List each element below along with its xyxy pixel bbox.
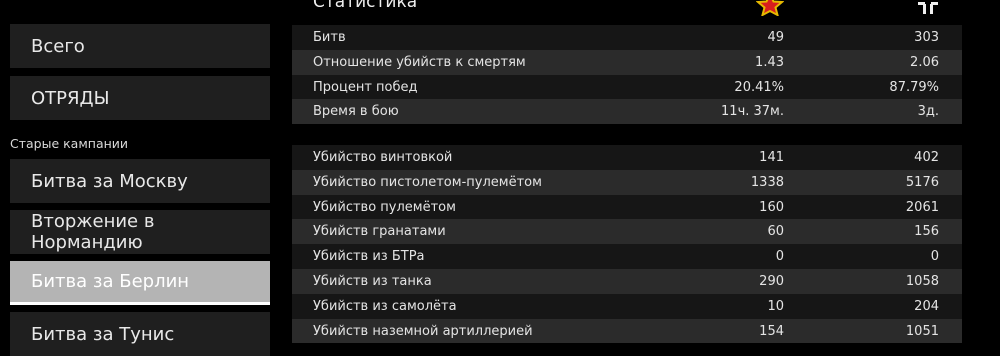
table-row: Убийство пистолетом-пулемётом 1338 5176	[292, 169, 962, 195]
stat-label: Убийств наземной артиллерией	[313, 323, 533, 339]
stat-value-soviet: 60	[767, 224, 784, 240]
table-row: Убийств гранатами 60 156	[292, 219, 962, 245]
stat-value-german: 2.06	[910, 54, 939, 70]
stat-value-german: 87.79%	[889, 79, 939, 95]
stat-value-german: 2061	[905, 199, 939, 215]
german-cross-icon	[918, 2, 938, 14]
sidebar-item-label: Вторжение в Нормандию	[31, 211, 155, 253]
sidebar-item-squads[interactable]: ОТРЯДЫ	[10, 76, 270, 120]
stat-label: Убийство пистолетом-пулемётом	[313, 174, 542, 190]
stat-label: Процент побед	[313, 79, 418, 95]
stat-label: Убийств из БТРа	[313, 249, 425, 265]
stat-value-soviet: 160	[759, 199, 784, 215]
stat-value-german: 0	[930, 249, 939, 265]
table-row: Убийств из танка 290 1058	[292, 269, 962, 294]
sidebar-item-battle-of-berlin[interactable]: Битва за Берлин	[10, 261, 270, 305]
stat-value-german: 5176	[905, 174, 939, 190]
table-row: Убийств из самолёта 10 204	[292, 293, 962, 319]
stat-label: Битв	[313, 30, 346, 45]
stat-value-german: 3д.	[917, 104, 939, 120]
sidebar-item-label: Всего	[31, 35, 85, 57]
stat-value-german: 204	[914, 298, 939, 314]
stat-label: Убийство пулемётом	[313, 199, 456, 215]
stat-label: Убийств из танка	[313, 274, 432, 289]
table-row: Время в бою 11ч. 37м. 3д.	[292, 99, 962, 125]
table-row: Убийство винтовкой 141 402	[292, 145, 962, 170]
section-label-old-campaigns: Старые кампании	[10, 136, 129, 151]
stat-label: Отношение убийств к смертям	[313, 54, 526, 70]
sidebar-item-invasion-of-normandy[interactable]: Вторжение в Нормандию	[10, 210, 270, 254]
stat-value-soviet: 49	[767, 30, 784, 45]
stat-value-soviet: 290	[759, 274, 784, 289]
sidebar-item-battle-of-tunisia[interactable]: Битва за Тунис	[10, 312, 270, 356]
stat-value-german: 156	[914, 224, 939, 240]
table-row: Процент побед 20.41% 87.79%	[292, 74, 962, 100]
stat-value-soviet: 141	[759, 150, 784, 165]
stat-label: Убийство винтовкой	[313, 150, 453, 165]
stat-value-german: 1058	[905, 274, 939, 289]
stat-value-soviet: 0	[775, 249, 784, 265]
stat-value-german: 1051	[905, 323, 939, 339]
sidebar-item-label: Битва за Берлин	[31, 271, 190, 292]
sidebar-item-battle-of-moscow[interactable]: Битва за Москву	[10, 159, 270, 203]
sidebar-item-total[interactable]: Всего	[10, 24, 270, 68]
table-row: Убийств наземной артиллерией 154 1051	[292, 318, 962, 344]
stat-value-soviet: 154	[759, 323, 784, 339]
stat-label: Убийств гранатами	[313, 224, 446, 240]
stat-label: Время в бою	[313, 104, 399, 120]
stat-value-soviet: 1338	[750, 174, 784, 190]
stat-label: Убийств из самолёта	[313, 298, 457, 314]
stat-value-soviet: 20.41%	[734, 79, 784, 95]
stat-value-german: 303	[914, 30, 939, 45]
table-row: Убийство пулемётом 160 2061	[292, 194, 962, 220]
sidebar-item-label: Битва за Москву	[31, 170, 188, 192]
stat-value-soviet: 11ч. 37м.	[721, 104, 784, 120]
stat-value-soviet: 10	[767, 298, 784, 314]
page-title: Статистика	[313, 0, 418, 12]
sidebar-item-label: Битва за Тунис	[31, 323, 175, 345]
table-row: Убийств из БТРа 0 0	[292, 244, 962, 269]
table-row: Отношение убийств к смертям 1.43 2.06	[292, 49, 962, 75]
soviet-star-icon	[756, 0, 784, 16]
sidebar-item-label: ОТРЯДЫ	[31, 87, 110, 109]
table-row: Битв 49 303	[292, 25, 962, 50]
stat-value-german: 402	[914, 150, 939, 165]
stat-value-soviet: 1.43	[755, 54, 784, 70]
